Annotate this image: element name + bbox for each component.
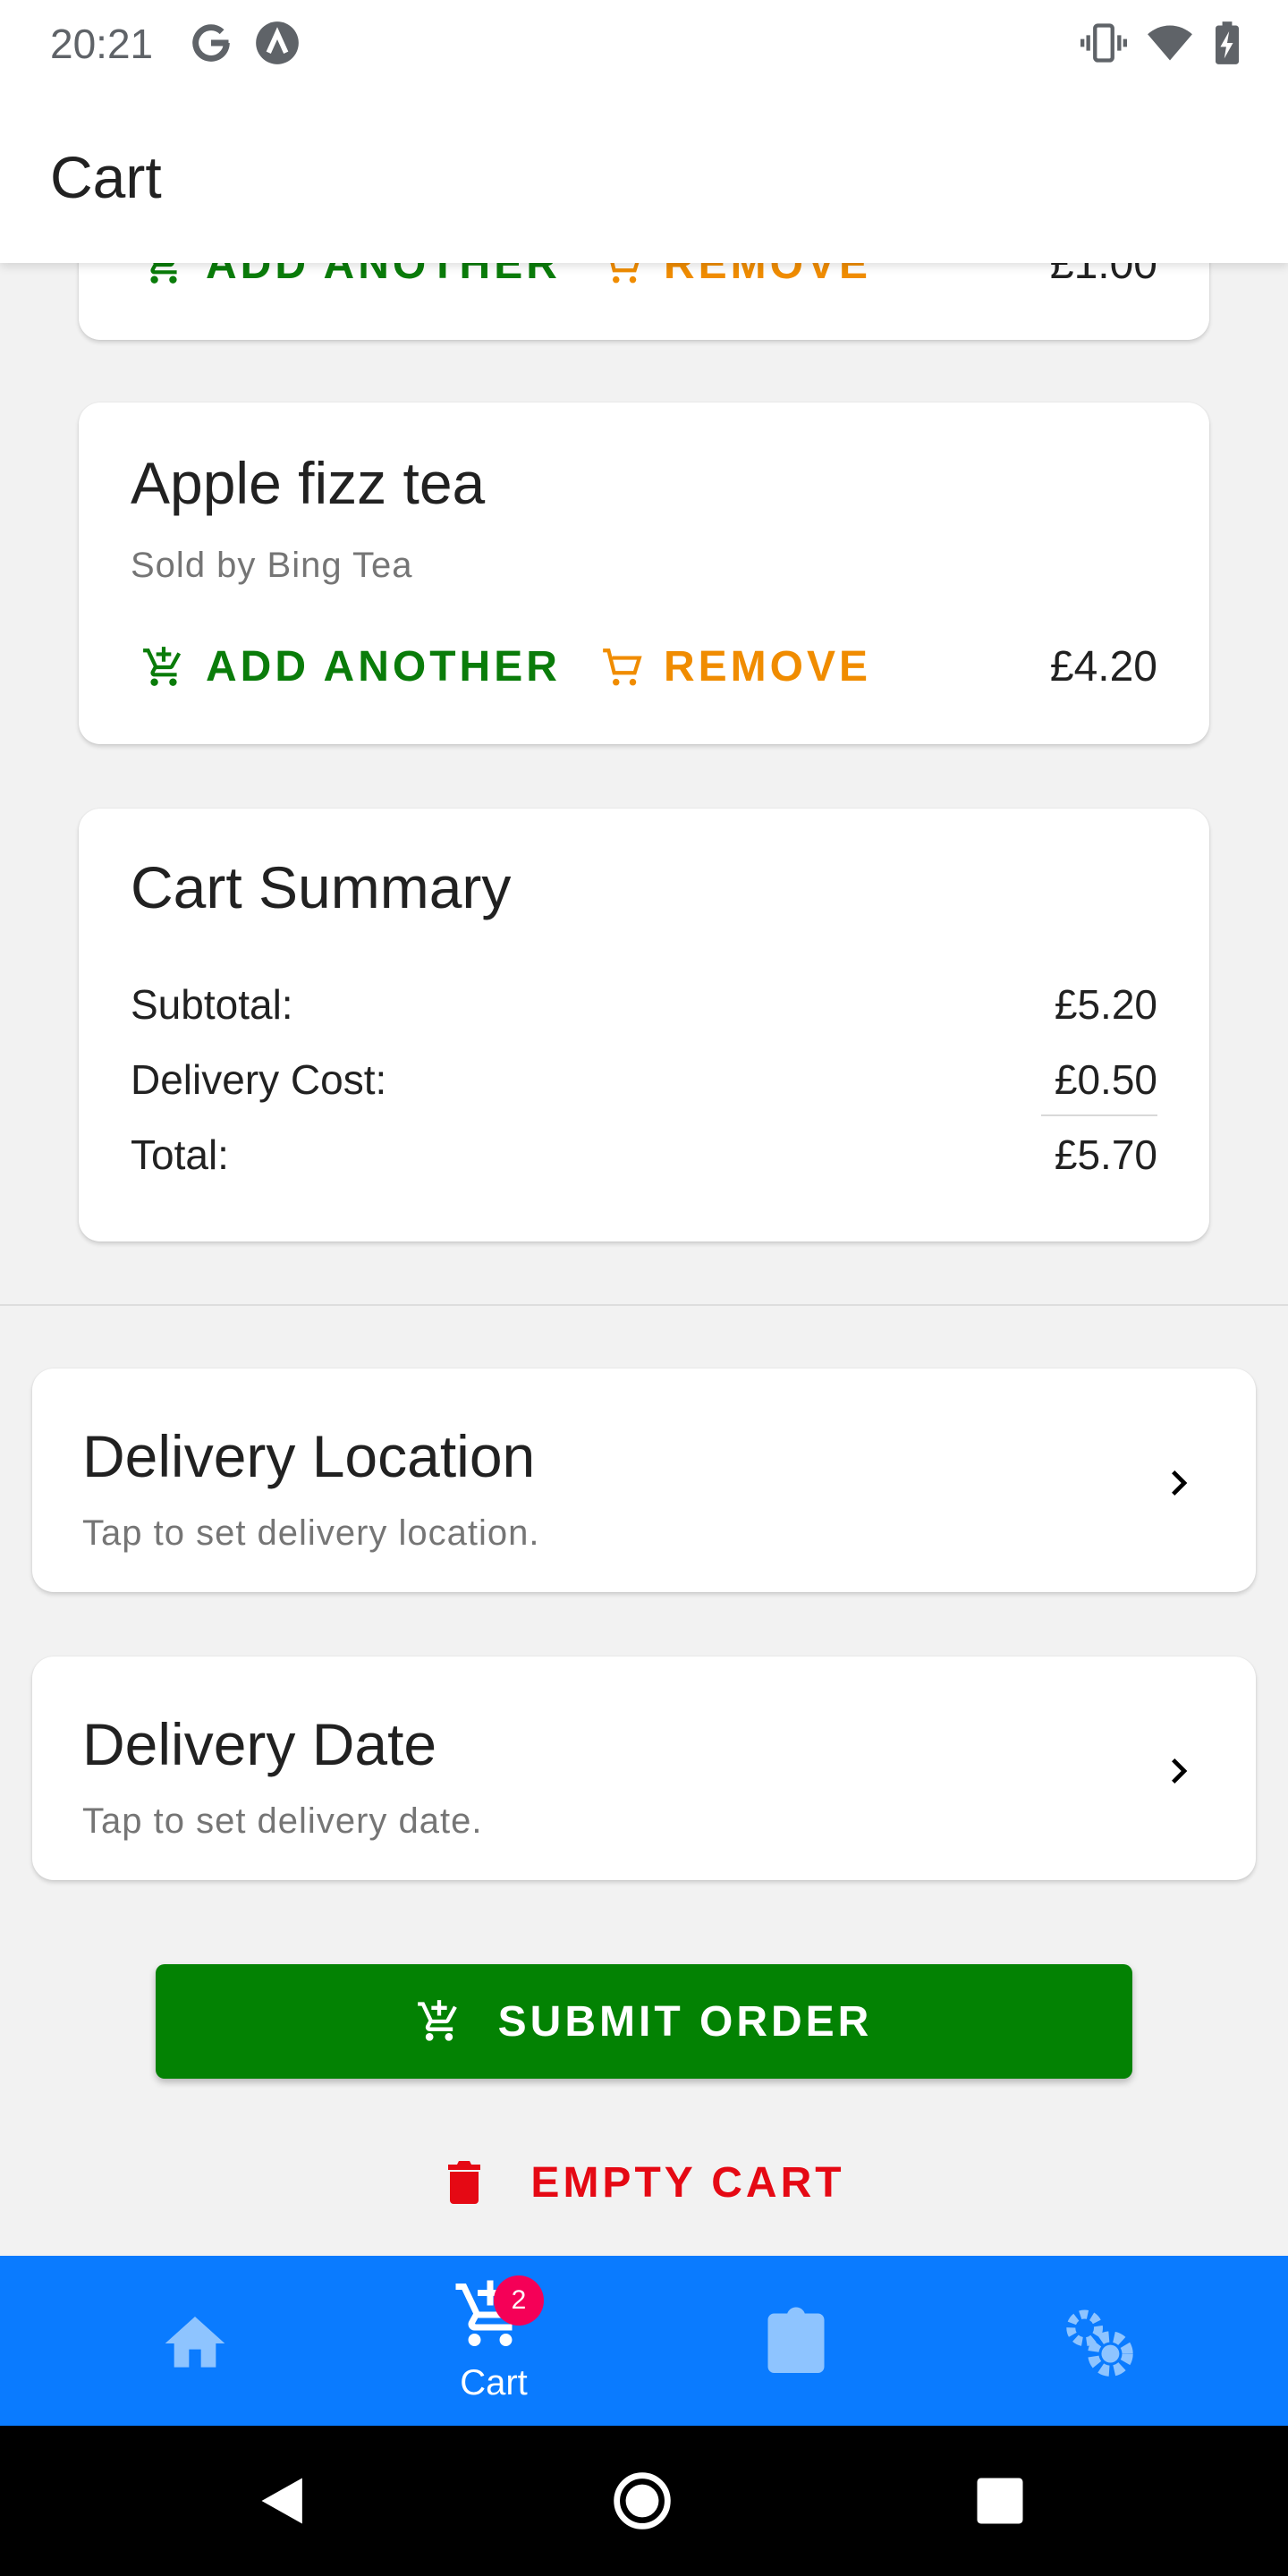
cart-content: ADD ANOTHER REMOVE £1.00 Apple fizz tea … (0, 0, 1288, 2256)
item-price: £4.20 (1049, 643, 1157, 691)
app-bar: Cart (0, 86, 1288, 263)
nav-cart[interactable]: 2 Cart (404, 2256, 583, 2426)
chevron-right-icon (1172, 1470, 1188, 1496)
delivery-date-title: Delivery Date (82, 1711, 437, 1777)
status-bar: 20:21 (0, 0, 1288, 86)
home-button-icon[interactable] (612, 2470, 673, 2531)
item-title: Apple fizz tea (131, 450, 486, 516)
wifi-icon (1148, 25, 1192, 61)
delivery-location-card[interactable]: Delivery Location Tap to set delivery lo… (32, 1368, 1256, 1592)
delivery-date-subtitle: Tap to set delivery date. (82, 1801, 483, 1841)
cart-count-badge: 2 (494, 2275, 544, 2326)
battery-charging-icon (1216, 21, 1239, 64)
subtotal-label: Subtotal: (131, 981, 293, 1028)
remove-cart-icon (603, 648, 642, 685)
section-divider (0, 1304, 1288, 1306)
nav-home[interactable] (106, 2256, 284, 2426)
total-divider (1041, 1114, 1157, 1116)
item-seller: Sold by Bing Tea (131, 546, 413, 585)
delivery-location-title: Delivery Location (82, 1423, 536, 1489)
google-icon (192, 24, 230, 62)
nav-orders[interactable] (707, 2256, 886, 2426)
notification-app-icon (256, 21, 299, 64)
bottom-navigation: 2 Cart (0, 2256, 1288, 2426)
add-cart-icon (417, 2000, 457, 2041)
nav-settings[interactable] (1009, 2256, 1188, 2426)
delivery-date-card[interactable]: Delivery Date Tap to set delivery date. (32, 1657, 1256, 1880)
empty-cart-label: EMPTY CART (530, 2158, 845, 2207)
summary-title: Cart Summary (131, 854, 512, 920)
vibrate-icon (1080, 23, 1127, 63)
total-value: £5.70 (1054, 1131, 1157, 1178)
chevron-right-icon (1172, 1758, 1188, 1784)
subtotal-value: £5.20 (1054, 981, 1157, 1028)
add-cart-icon (143, 646, 182, 686)
recents-icon[interactable] (970, 2470, 1030, 2531)
page-title: Cart (50, 144, 162, 210)
trash-icon (448, 2161, 481, 2204)
remove-button[interactable]: REMOVE (599, 642, 871, 691)
subtotal-row: Subtotal: £5.20 (131, 980, 1157, 1034)
total-row: Total: £5.70 (131, 1131, 1157, 1184)
status-time: 20:21 (50, 21, 154, 67)
cart-summary-card: Cart Summary Subtotal: £5.20 Delivery Co… (79, 809, 1209, 1241)
total-label: Total: (131, 1131, 229, 1178)
delivery-cost-label: Delivery Cost: (131, 1056, 387, 1103)
settings-icon (1066, 2309, 1133, 2377)
nav-cart-label: Cart (460, 2363, 528, 2402)
back-icon[interactable] (254, 2470, 315, 2531)
submit-order-label: SUBMIT ORDER (497, 1997, 873, 2046)
clipboard-icon (767, 2307, 825, 2373)
delivery-cost-value: £0.50 (1054, 1056, 1157, 1103)
cart-item-card: Apple fizz tea Sold by Bing Tea ADD ANOT… (79, 402, 1209, 744)
delivery-cost-row: Delivery Cost: £0.50 (131, 1055, 1157, 1109)
system-navigation-bar (0, 2426, 1288, 2576)
home-icon (165, 2317, 225, 2368)
add-another-button[interactable]: ADD ANOTHER (141, 642, 561, 691)
delivery-location-subtitle: Tap to set delivery location. (82, 1513, 540, 1553)
empty-cart-button[interactable]: EMPTY CART (0, 2147, 1288, 2218)
submit-order-button[interactable]: SUBMIT ORDER (156, 1964, 1132, 2079)
